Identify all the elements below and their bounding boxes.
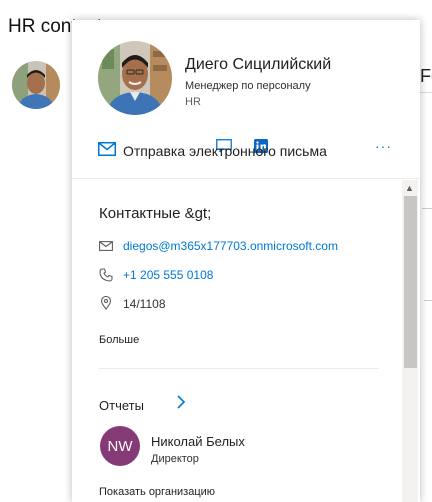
person-department: HR xyxy=(185,96,201,108)
show-organization-link[interactable]: Показать организацию xyxy=(99,486,215,498)
divider xyxy=(99,368,379,369)
more-options-icon[interactable]: ··· xyxy=(375,138,392,154)
office-location: 14/1108 xyxy=(123,297,166,311)
person-photo xyxy=(12,61,60,109)
reports-heading[interactable]: Отчеты xyxy=(99,398,144,413)
divider xyxy=(424,300,432,301)
more-contact-link[interactable]: Больше xyxy=(99,334,139,346)
mail-icon[interactable] xyxy=(98,142,116,156)
scrollbar-thumb[interactable] xyxy=(404,196,417,368)
phone-link[interactable]: +1 205 555 0108 xyxy=(123,268,213,282)
avatar[interactable] xyxy=(12,61,60,109)
profile-card: Диего Сицилийский Менеджер по персоналу … xyxy=(72,20,420,502)
divider xyxy=(422,208,432,209)
contact-heading[interactable]: Контактные &gt; xyxy=(99,205,211,222)
report-person-title: Директор xyxy=(151,453,199,465)
person-name: Диего Сицилийский xyxy=(185,56,332,73)
email-link[interactable]: diegos@m365x177703.onmicrosoft.com xyxy=(123,239,338,253)
report-person-name[interactable]: Николай Белых xyxy=(151,434,245,449)
mail-icon xyxy=(99,241,113,251)
profile-photo xyxy=(98,41,172,115)
actions-bar: Отправка электронного письма ··· xyxy=(72,138,420,168)
location-icon xyxy=(100,296,112,310)
avatar[interactable]: NW xyxy=(100,426,140,466)
divider xyxy=(72,178,420,179)
divider xyxy=(420,92,432,93)
background-partial-text: Fo xyxy=(420,66,432,86)
phone-icon xyxy=(99,268,113,282)
send-email-button[interactable]: Отправка электронного письма xyxy=(123,143,327,159)
person-photo xyxy=(98,41,172,115)
scroll-up-icon[interactable]: ▲ xyxy=(405,183,414,193)
person-role: Менеджер по персоналу xyxy=(185,80,311,92)
chevron-right-icon[interactable] xyxy=(175,393,187,411)
